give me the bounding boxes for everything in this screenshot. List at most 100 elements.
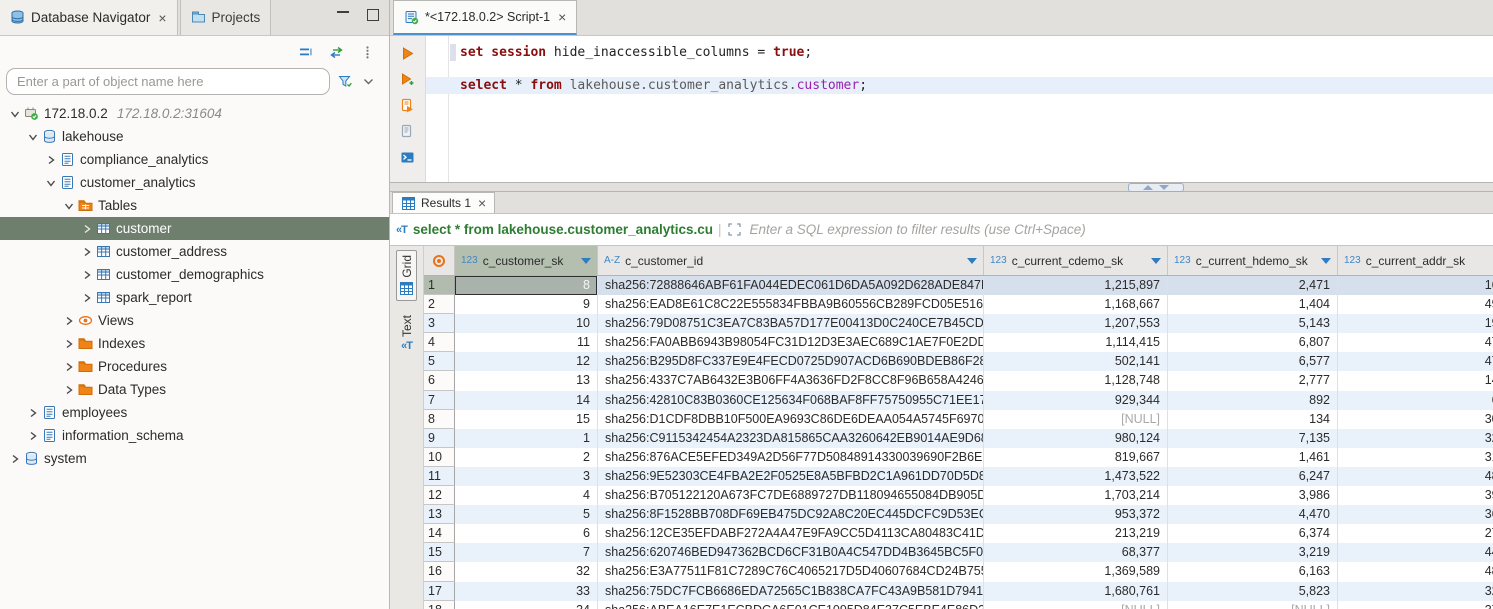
cell-c_current_addr_sk[interactable]: 30,46 xyxy=(1338,410,1493,429)
cell-c_current_hdemo_sk[interactable]: 3,986 xyxy=(1168,486,1338,505)
tree-item-customer-analytics[interactable]: customer_analytics xyxy=(0,171,389,194)
cell-c_current_addr_sk[interactable]: 49,38 xyxy=(1338,295,1493,314)
column-filter-icon[interactable] xyxy=(1321,258,1331,264)
tree-item-customer-address[interactable]: customer_address xyxy=(0,240,389,263)
editor-results-splitter[interactable] xyxy=(390,182,1493,192)
results-filter-placeholder[interactable]: Enter a SQL expression to filter results… xyxy=(750,222,1086,237)
cell-c_customer_sk[interactable]: 34 xyxy=(455,601,598,609)
chevron-closed-icon[interactable] xyxy=(44,153,58,167)
cell-c_customer_sk[interactable]: 10 xyxy=(455,314,598,333)
cell-c_current_addr_sk[interactable]: 37,50 xyxy=(1338,601,1493,609)
row-number[interactable]: 6 xyxy=(424,371,455,390)
cell-c_customer_sk[interactable]: 7 xyxy=(455,543,598,562)
row-number[interactable]: 9 xyxy=(424,429,455,448)
cell-c_customer_sk[interactable]: 32 xyxy=(455,562,598,581)
cell-c_current_hdemo_sk[interactable]: 1,404 xyxy=(1168,295,1338,314)
tree-item-customer-demographics[interactable]: customer_demographics xyxy=(0,263,389,286)
cell-c_customer_id[interactable]: sha256:42810C83B0360CE125634F068BAF8FF75… xyxy=(598,391,984,410)
cell-c_current_addr_sk[interactable]: 27,08 xyxy=(1338,524,1493,543)
cell-c_customer_sk[interactable]: 3 xyxy=(455,467,598,486)
tab-results-1[interactable]: Results 1 × xyxy=(392,192,495,213)
cell-c_current_addr_sk[interactable]: 19,58 xyxy=(1338,314,1493,333)
row-number[interactable]: 16 xyxy=(424,562,455,581)
cell-c_current_addr_sk[interactable]: 39,55 xyxy=(1338,486,1493,505)
maximize-icon[interactable] xyxy=(367,9,379,21)
cell-c_current_hdemo_sk[interactable]: 3,219 xyxy=(1168,543,1338,562)
cell-c_current_addr_sk[interactable]: 47,99 xyxy=(1338,333,1493,352)
cell-c_current_addr_sk[interactable]: 6,44 xyxy=(1338,391,1493,410)
cell-c_current_addr_sk[interactable]: 44,81 xyxy=(1338,543,1493,562)
chevron-closed-icon[interactable] xyxy=(62,314,76,328)
code-line[interactable]: set session hide_inaccessible_columns = … xyxy=(426,44,1493,61)
cell-c_current_cdemo_sk[interactable]: 1,215,897 xyxy=(984,276,1168,295)
row-number[interactable]: 15 xyxy=(424,543,455,562)
filter-icon[interactable] xyxy=(338,74,353,89)
chevron-closed-icon[interactable] xyxy=(80,268,94,282)
column-header-c_customer_id[interactable]: A-Zc_customer_id xyxy=(598,246,984,275)
row-number[interactable]: 10 xyxy=(424,448,455,467)
cell-c_customer_sk[interactable]: 11 xyxy=(455,333,598,352)
chevron-closed-icon[interactable] xyxy=(80,222,94,236)
cell-c_customer_id[interactable]: sha256:8F1528BB708DF69EB475DC92A8C20EC44… xyxy=(598,505,984,524)
column-header-c_current_cdemo_sk[interactable]: 123c_current_cdemo_sk xyxy=(984,246,1168,275)
cell-c_current_cdemo_sk[interactable]: 1,128,748 xyxy=(984,371,1168,390)
column-filter-icon[interactable] xyxy=(967,258,977,264)
chevron-down-icon[interactable] xyxy=(361,74,376,89)
row-number[interactable]: 1 xyxy=(424,276,455,295)
cell-c_current_addr_sk[interactable]: 48,29 xyxy=(1338,562,1493,581)
cell-c_customer_id[interactable]: sha256:75DC7FCB6686EDA72565C1B838CA7FC43… xyxy=(598,582,984,601)
cell-c_current_hdemo_sk[interactable]: 2,777 xyxy=(1168,371,1338,390)
cell-c_current_cdemo_sk[interactable]: 1,207,553 xyxy=(984,314,1168,333)
column-header-c_current_hdemo_sk[interactable]: 123c_current_hdemo_sk xyxy=(1168,246,1338,275)
cell-c_customer_sk[interactable]: 2 xyxy=(455,448,598,467)
row-number[interactable]: 13 xyxy=(424,505,455,524)
cell-c_current_cdemo_sk[interactable]: [NULL] xyxy=(984,410,1168,429)
cell-c_current_cdemo_sk[interactable]: 1,369,589 xyxy=(984,562,1168,581)
cell-c_customer_sk[interactable]: 15 xyxy=(455,410,598,429)
cell-c_current_addr_sk[interactable]: 47,36 xyxy=(1338,352,1493,371)
cell-c_current_addr_sk[interactable]: 31,65 xyxy=(1338,448,1493,467)
link-editor-icon[interactable] xyxy=(329,45,344,60)
chevron-open-icon[interactable] xyxy=(44,176,58,190)
cell-c_customer_id[interactable]: sha256:72888646ABF61FA044EDEC061D6DA5A09… xyxy=(598,276,984,295)
cell-c_current_cdemo_sk[interactable]: 980,124 xyxy=(984,429,1168,448)
row-number[interactable]: 12 xyxy=(424,486,455,505)
cell-c_current_cdemo_sk[interactable]: 953,372 xyxy=(984,505,1168,524)
cell-c_current_cdemo_sk[interactable]: 1,473,522 xyxy=(984,467,1168,486)
minimize-icon[interactable] xyxy=(337,9,349,21)
code-line[interactable]: select * from lakehouse.customer_analyti… xyxy=(426,77,1493,94)
cell-c_current_hdemo_sk[interactable]: 2,471 xyxy=(1168,276,1338,295)
cell-c_current_cdemo_sk[interactable]: 68,377 xyxy=(984,543,1168,562)
cell-c_current_cdemo_sk[interactable]: 502,141 xyxy=(984,352,1168,371)
cell-c_current_hdemo_sk[interactable]: 7,135 xyxy=(1168,429,1338,448)
sql-code-area[interactable]: set session hide_inaccessible_columns = … xyxy=(426,36,1493,182)
cell-c_current_hdemo_sk[interactable]: 4,470 xyxy=(1168,505,1338,524)
chevron-closed-icon[interactable] xyxy=(62,360,76,374)
collapse-down-icon[interactable] xyxy=(1159,185,1169,190)
cell-c_customer_id[interactable]: sha256:9E52303CE4FBA2E2F0525E8A5BFBD2C1A… xyxy=(598,467,984,486)
chevron-closed-icon[interactable] xyxy=(26,429,40,443)
side-tab-text[interactable]: Text «T xyxy=(398,311,416,356)
execute-new-tab-icon[interactable] xyxy=(397,68,419,90)
tree-item-system[interactable]: system xyxy=(0,447,389,470)
code-line[interactable] xyxy=(426,61,1493,78)
cell-c_customer_sk[interactable]: 5 xyxy=(455,505,598,524)
object-filter-input[interactable] xyxy=(6,68,330,95)
chevron-closed-icon[interactable] xyxy=(26,406,40,420)
cell-c_current_cdemo_sk[interactable]: 1,680,761 xyxy=(984,582,1168,601)
cell-c_current_hdemo_sk[interactable]: 1,461 xyxy=(1168,448,1338,467)
menu-dots-icon[interactable] xyxy=(360,45,375,60)
cell-c_customer_id[interactable]: sha256:FA0ABB6943B98054FC31D12D3E3AEC689… xyxy=(598,333,984,352)
cell-c_current_hdemo_sk[interactable]: 892 xyxy=(1168,391,1338,410)
cell-c_customer_id[interactable]: sha256:D1CDF8DBB10F500EA9693C86DE6DEAA05… xyxy=(598,410,984,429)
cell-c_customer_id[interactable]: sha256:B295D8FC337E9E4FECD0725D907ACD6B6… xyxy=(598,352,984,371)
cell-c_current_addr_sk[interactable]: 36,36 xyxy=(1338,505,1493,524)
cell-c_customer_id[interactable]: sha256:4337C7AB6432E3B06FF4A3636FD2F8CC8… xyxy=(598,371,984,390)
column-filter-icon[interactable] xyxy=(1151,258,1161,264)
tree-item-customer[interactable]: customer xyxy=(0,217,389,240)
cell-c_customer_id[interactable]: sha256:C9115342454A2323DA815865CAA326064… xyxy=(598,429,984,448)
cell-c_current_cdemo_sk[interactable]: 929,344 xyxy=(984,391,1168,410)
explain-icon[interactable] xyxy=(397,120,419,142)
row-number[interactable]: 17 xyxy=(424,582,455,601)
tree-item-172-18-0-2[interactable]: 172.18.0.2172.18.0.2:31604 xyxy=(0,102,389,125)
